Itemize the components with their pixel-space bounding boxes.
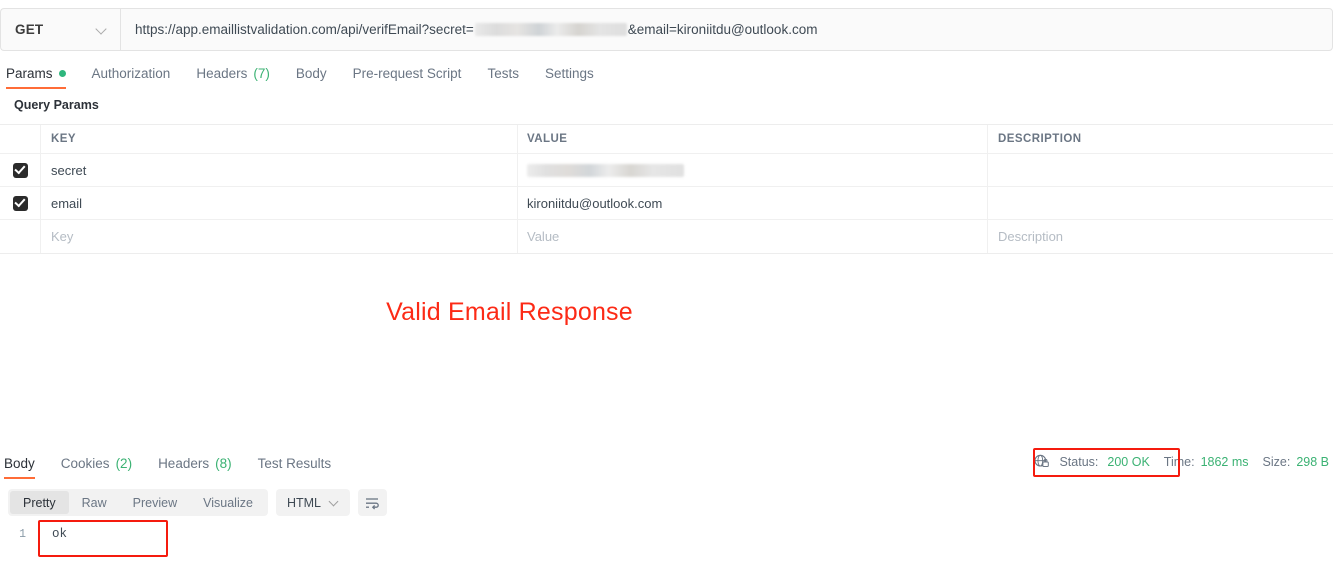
new-value-placeholder: Value [527,229,560,244]
redacted-secret-value-bar [527,163,684,177]
redacted-secret-bar [474,23,627,36]
tab-headers-count: (7) [253,65,270,81]
tab-settings[interactable]: Settings [532,60,607,86]
time-group: Time: 1862 ms [1164,455,1249,469]
tab-tests-label: Tests [487,65,519,81]
response-tab-headers-label: Headers [158,455,210,471]
row-key-text: secret [51,162,87,178]
tab-body[interactable]: Body [283,60,340,86]
new-value-input[interactable]: Value [518,220,988,253]
checkbox-checked-icon[interactable] [12,195,28,211]
view-mode-pretty[interactable]: Pretty [10,491,69,514]
query-params-table: KEY VALUE DESCRIPTION secret email kiron… [0,124,1333,254]
new-description-placeholder: Description [998,229,1064,244]
response-tab-body[interactable]: Body [4,450,48,479]
header-checkbox-cell [0,125,41,153]
tab-params-label: Params [6,65,53,81]
tab-body-label: Body [295,65,327,81]
wrap-lines-icon [366,497,380,509]
response-body-viewer[interactable]: 1 ok [0,524,1333,544]
size-value: 298 B [1296,454,1329,469]
line-number: 1 [19,527,26,541]
request-tabs: Params Authorization Headers (7) Body Pr… [0,60,1333,89]
response-body-text: ok [52,527,68,541]
response-tab-cookies-label: Cookies [60,455,110,471]
response-tab-headers[interactable]: Headers (8) [145,450,245,476]
url-prefix-text: https://app.emaillistvalidation.com/api/… [135,22,474,37]
response-tab-cookies-count: (2) [115,455,133,471]
response-tab-test-results[interactable]: Test Results [245,450,345,476]
url-suffix-text: &email=kironiitdu@outlook.com [627,22,818,37]
url-input[interactable]: https://app.emaillistvalidation.com/api/… [120,8,1333,51]
tab-settings-label: Settings [544,65,594,81]
view-mode-raw[interactable]: Raw [69,491,120,514]
row-key-cell[interactable]: email [41,187,518,219]
wrap-lines-button[interactable] [357,489,387,516]
new-description-input[interactable]: Description [988,220,1333,253]
response-tab-body-label: Body [4,455,35,471]
status-value: 200 OK [1107,454,1150,469]
header-description: DESCRIPTION [998,133,1082,145]
new-key-placeholder: Key [51,229,74,244]
row-key-text: email [51,195,83,211]
row-key-cell[interactable]: secret [41,154,518,186]
response-tab-test-results-label: Test Results [257,455,332,471]
tab-headers-label: Headers [196,65,248,81]
http-method-label: GET [15,22,44,37]
row-value-cell[interactable]: kironiitdu@outlook.com [518,187,988,219]
row-checkbox-cell[interactable] [0,187,41,219]
chevron-down-icon [330,498,339,507]
http-method-dropdown[interactable]: GET [0,8,120,51]
row-description-cell[interactable] [988,187,1333,219]
globe-lock-icon [1034,454,1050,468]
checkbox-checked-icon[interactable] [12,162,28,178]
table-placeholder-row: Key Value Description [0,220,1333,253]
row-value-text: kironiitdu@outlook.com [527,195,663,211]
chevron-down-icon [96,24,107,35]
table-row: email kironiitdu@outlook.com [0,187,1333,220]
tab-authorization-label: Authorization [91,65,171,81]
status-group[interactable]: Status: 200 OK [1033,453,1150,470]
header-value: VALUE [518,125,988,153]
tab-pre-request-script[interactable]: Pre-request Script [340,60,475,86]
query-params-heading: Query Params [14,98,99,112]
tab-authorization[interactable]: Authorization [79,60,184,86]
view-mode-preview[interactable]: Preview [120,491,190,514]
response-tab-cookies[interactable]: Cookies (2) [48,450,145,476]
tab-params[interactable]: Params [6,60,79,89]
language-label: HTML [286,495,321,510]
row-checkbox-cell[interactable] [0,154,41,186]
view-mode-segmented-control: Pretty Raw Preview Visualize [8,489,268,516]
table-row: secret [0,154,1333,187]
header-key: KEY [41,125,518,153]
status-label: Status: [1059,454,1099,469]
time-label: Time: [1163,454,1195,469]
request-url-bar: GET https://app.emaillistvalidation.com/… [0,8,1333,51]
language-dropdown[interactable]: HTML [275,489,350,516]
table-header-row: KEY VALUE DESCRIPTION [0,125,1333,154]
row-description-cell[interactable] [988,154,1333,186]
code-line: 1 ok [0,524,1333,544]
annotation-title: Valid Email Response [386,298,633,326]
tab-headers[interactable]: Headers (7) [183,60,283,86]
response-tab-headers-count: (8) [215,455,232,471]
response-view-toolbar: Pretty Raw Preview Visualize HTML [8,489,387,516]
params-active-dot-icon [58,69,66,77]
view-mode-visualize[interactable]: Visualize [190,491,266,514]
tab-tests[interactable]: Tests [474,60,532,86]
tab-pre-request-script-label: Pre-request Script [352,65,462,81]
response-meta-bar: Status: 200 OK Time: 1862 ms Size: 298 B [1033,453,1329,470]
placeholder-checkbox-cell [0,220,41,253]
time-value: 1862 ms [1200,454,1249,469]
size-group: Size: 298 B [1263,455,1329,469]
size-label: Size: [1262,454,1291,469]
row-value-cell[interactable] [518,154,988,186]
new-key-input[interactable]: Key [41,220,518,253]
response-tabs: Body Cookies (2) Headers (8) Test Result… [0,450,345,479]
